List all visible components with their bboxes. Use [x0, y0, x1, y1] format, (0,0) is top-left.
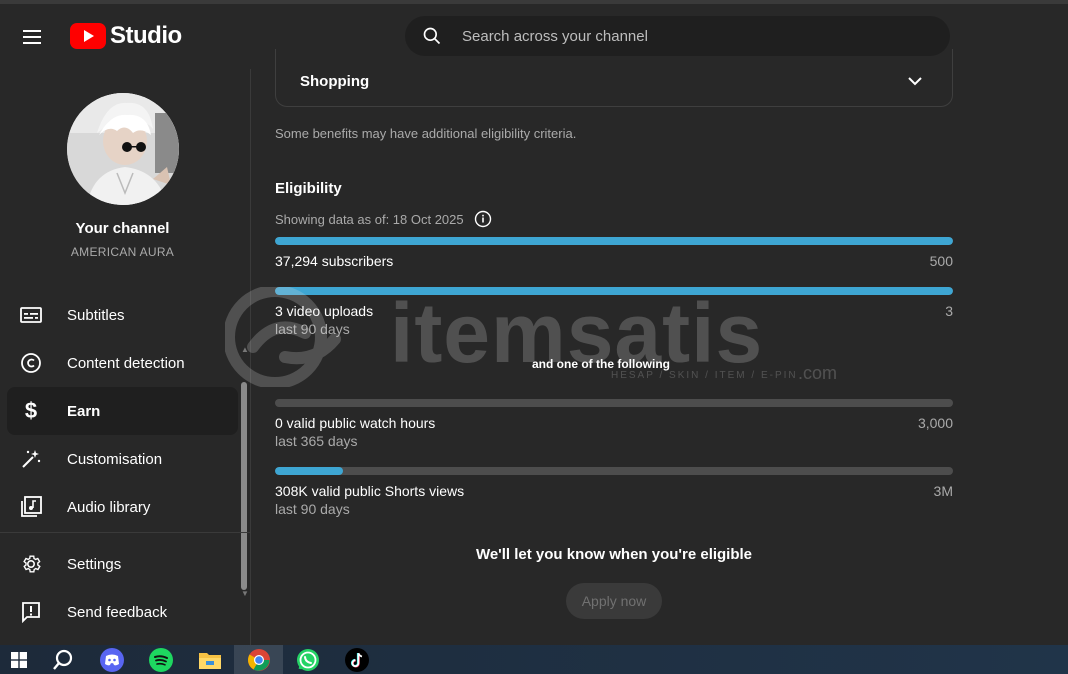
shopping-card[interactable]: Shopping [275, 49, 953, 107]
svg-text:$: $ [25, 399, 37, 423]
progress-bar-watch-hours [275, 399, 953, 407]
shorts-views-value: 308K valid public Shorts views [275, 483, 465, 499]
magic-wand-icon [19, 447, 43, 471]
shopping-label: Shopping [300, 73, 370, 90]
search-input[interactable] [462, 27, 902, 45]
sidebar-divider [0, 532, 250, 533]
chevron-down-icon[interactable] [906, 72, 924, 90]
file-explorer-icon [198, 652, 221, 669]
youtube-play-icon [70, 23, 106, 49]
audio-library-icon [19, 495, 43, 519]
sidebar-item-audio-library[interactable]: Audio library [7, 483, 238, 531]
dollar-icon: $ [19, 399, 43, 423]
windows-start-icon [11, 651, 27, 668]
progress-fill [275, 467, 343, 475]
copyright-icon [19, 351, 43, 375]
watch-hours-period: last 365 days [275, 433, 358, 449]
taskbar-file-explorer[interactable] [185, 645, 234, 674]
eligibility-notify-message: We'll let you know when you're eligible [475, 546, 753, 563]
taskbar-tiktok[interactable] [332, 645, 381, 674]
progress-fill [275, 237, 953, 245]
progress-bar-uploads [275, 287, 953, 295]
sidebar-item-label: Content detection [67, 354, 185, 372]
chrome-icon [247, 648, 270, 671]
scroll-up-arrow[interactable]: ▲ [241, 345, 249, 354]
search-icon [423, 27, 441, 45]
sidebar-item-label: Send feedback [67, 603, 168, 621]
gear-icon [19, 552, 43, 576]
feedback-icon [19, 600, 43, 624]
sidebar-item-label: Subtitles [67, 306, 125, 324]
data-date: Showing data as of: 18 Oct 2025 [275, 210, 492, 228]
taskbar-chrome[interactable] [234, 645, 283, 674]
windows-taskbar [0, 645, 1068, 674]
discord-icon [99, 647, 124, 672]
tiktok-icon [344, 647, 369, 672]
subtitles-icon [19, 303, 43, 327]
scroll-down-arrow[interactable]: ▼ [241, 589, 249, 598]
taskbar-start[interactable] [0, 645, 38, 674]
sidebar-scrollbar[interactable] [241, 382, 247, 590]
taskbar-whatsapp[interactable] [283, 645, 332, 674]
shorts-views-target: 3M [933, 483, 953, 499]
subscribers-value: 37,294 subscribers [275, 253, 394, 269]
whatsapp-icon [296, 648, 319, 671]
data-date-text: Showing data as of: 18 Oct 2025 [275, 211, 464, 227]
taskbar-discord[interactable] [87, 645, 136, 674]
sidebar-item-subtitles[interactable]: Subtitles [7, 291, 238, 339]
main-content: Shopping Some benefits may have addition… [252, 49, 1068, 645]
sidebar-item-label: Customisation [67, 450, 163, 468]
shorts-views-period: last 90 days [275, 501, 350, 517]
progress-bar-shorts-views [275, 467, 953, 475]
sidebar-item-settings[interactable]: Settings [7, 540, 238, 588]
sidebar-item-content-detection[interactable]: Content detection [7, 339, 238, 387]
progress-bar-subscribers [275, 237, 953, 245]
uploads-target: 3 [945, 303, 953, 319]
youtube-studio-logo[interactable]: Studio [70, 21, 182, 51]
progress-fill [275, 287, 953, 295]
logo-text: Studio [110, 22, 182, 49]
sidebar-item-label: Settings [67, 555, 122, 573]
one-of-following-label: and one of the following [532, 357, 670, 371]
subscribers-target: 500 [929, 253, 953, 269]
hamburger-menu-button[interactable] [14, 18, 52, 56]
taskbar-spotify[interactable] [136, 645, 185, 674]
watch-hours-target: 3,000 [917, 415, 953, 431]
channel-name: AMERICAN AURA [70, 245, 175, 259]
sidebar-item-earn[interactable]: $ Earn [7, 387, 238, 435]
eligibility-title: Eligibility [275, 180, 342, 197]
benefits-note: Some benefits may have additional eligib… [275, 126, 577, 141]
spotify-icon [148, 647, 173, 672]
sidebar-item-customisation[interactable]: Customisation [7, 435, 238, 483]
uploads-period: last 90 days [275, 321, 350, 337]
channel-title: Your channel [75, 220, 170, 237]
taskbar-search[interactable] [38, 645, 87, 674]
menu-icon [23, 30, 41, 44]
apply-now-button[interactable]: Apply now [566, 583, 662, 619]
watch-hours-value: 0 valid public watch hours [275, 415, 436, 431]
sidebar-item-label: Earn [67, 402, 101, 420]
uploads-value: 3 video uploads [275, 303, 374, 319]
search-icon [52, 649, 72, 670]
sidebar-item-send-feedback[interactable]: Send feedback [7, 588, 238, 636]
info-icon[interactable] [474, 210, 492, 228]
channel-avatar[interactable] [67, 93, 179, 205]
sidebar-item-label: Audio library [67, 498, 151, 516]
sidebar: Your channel AMERICAN AURA ▲ ▼ Subtitles… [0, 69, 251, 645]
